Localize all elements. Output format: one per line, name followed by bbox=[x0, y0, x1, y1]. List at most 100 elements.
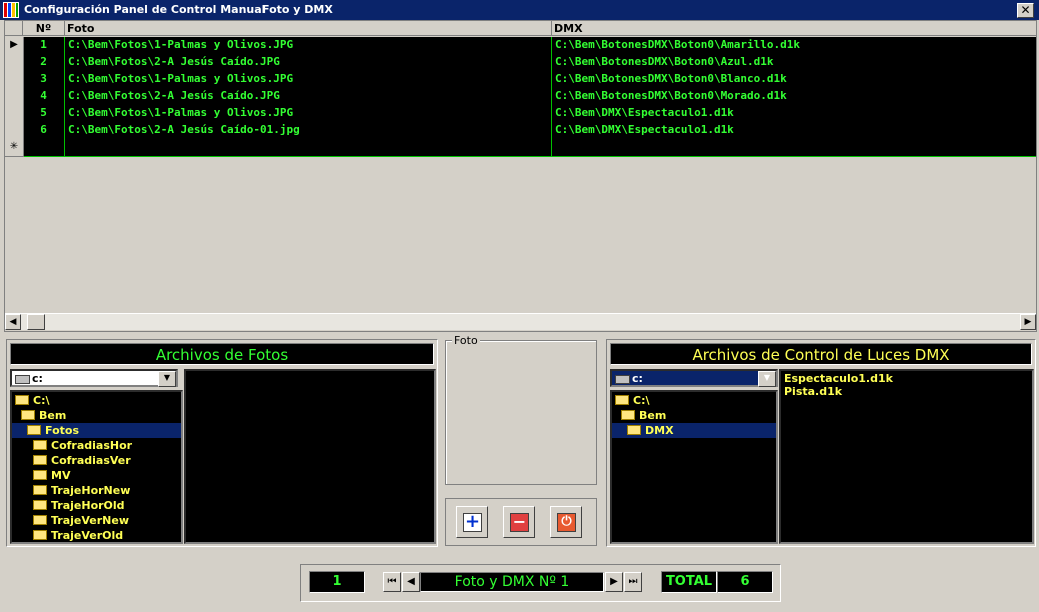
close-button[interactable]: ✕ bbox=[1017, 3, 1034, 18]
tree-item[interactable]: TrajeVerNew bbox=[33, 513, 129, 528]
new-record-row[interactable]: ✳ bbox=[5, 139, 1036, 157]
folder-open-icon bbox=[615, 395, 629, 405]
col-header-foto[interactable]: Foto bbox=[65, 21, 552, 36]
tree-item-selected[interactable]: DMX bbox=[612, 423, 776, 438]
chevron-down-icon[interactable]: ▼ bbox=[158, 371, 176, 387]
scrollbar-thumb[interactable] bbox=[27, 314, 45, 330]
table-row[interactable]: 4 C:\Bem\Fotos\2-A Jesús Caído.JPG C:\Be… bbox=[5, 88, 1036, 106]
table-row[interactable]: 6 C:\Bem\Fotos\2-A Jesús Caído-01.jpg C:… bbox=[5, 122, 1036, 140]
table-row[interactable]: 3 C:\Bem\Fotos\1-Palmas y Olivos.JPG C:\… bbox=[5, 71, 1036, 89]
row-selector[interactable] bbox=[5, 71, 24, 89]
cell-num[interactable]: 4 bbox=[23, 88, 65, 105]
cell-foto[interactable]: C:\Bem\Fotos\1-Palmas y Olivos.JPG bbox=[65, 71, 552, 88]
dmx-panel-title: Archivos de Control de Luces DMX bbox=[610, 343, 1032, 365]
cell-dmx[interactable]: C:\Bem\DMX\Espectaculo1.d1k bbox=[552, 122, 1036, 139]
folder-icon bbox=[33, 500, 47, 510]
cell-dmx[interactable]: C:\Bem\BotonesDMX\Boton0\Amarillo.d1k bbox=[552, 37, 1036, 54]
fotos-panel-title: Archivos de Fotos bbox=[10, 343, 434, 365]
record-number: 1 bbox=[309, 571, 365, 593]
cell-num[interactable]: 3 bbox=[23, 71, 65, 88]
tree-item[interactable]: Bem bbox=[21, 408, 66, 423]
exit-button[interactable]: ⏻ bbox=[550, 506, 582, 538]
cell-foto[interactable] bbox=[65, 139, 552, 156]
cell-dmx[interactable]: C:\Bem\BotonesDMX\Boton0\Blanco.d1k bbox=[552, 71, 1036, 88]
dmx-file-list[interactable]: Espectaculo1.d1k Pista.d1k bbox=[779, 369, 1034, 544]
cell-foto[interactable]: C:\Bem\Fotos\2-A Jesús Caído.JPG bbox=[65, 88, 552, 105]
first-record-icon[interactable]: ⏮ bbox=[383, 572, 401, 592]
table-row[interactable]: 2 C:\Bem\Fotos\2-A Jesús Caído.JPG C:\Be… bbox=[5, 54, 1036, 72]
foto-preview bbox=[445, 340, 597, 485]
tree-item[interactable]: Bem bbox=[621, 408, 666, 423]
dmx-drive-select[interactable]: c: ▼ bbox=[610, 369, 778, 387]
tree-item-selected[interactable]: Fotos bbox=[12, 423, 181, 438]
list-item[interactable]: Espectaculo1.d1k bbox=[784, 372, 893, 385]
dmx-folder-tree[interactable]: C:\ Bem DMX bbox=[610, 390, 778, 544]
remove-button[interactable]: − bbox=[503, 506, 535, 538]
scroll-right-icon[interactable]: ▶ bbox=[1020, 314, 1036, 330]
plus-icon: + bbox=[463, 511, 482, 532]
folder-open-icon bbox=[21, 410, 35, 420]
folder-icon bbox=[33, 485, 47, 495]
records-grid[interactable]: Nº Foto DMX ▶ 1 C:\Bem\Fotos\1-Palmas y … bbox=[4, 20, 1037, 332]
table-row[interactable]: 5 C:\Bem\Fotos\1-Palmas y Olivos.JPG C:\… bbox=[5, 105, 1036, 123]
list-item[interactable]: Pista.d1k bbox=[784, 385, 842, 398]
cell-dmx[interactable]: C:\Bem\DMX\Espectaculo1.d1k bbox=[552, 105, 1036, 122]
folder-open-icon bbox=[621, 410, 635, 420]
title-bar: Configuración Panel de Control Manual Fo… bbox=[0, 0, 1039, 20]
row-selector[interactable] bbox=[5, 122, 24, 140]
tree-item[interactable]: C:\ bbox=[615, 393, 650, 408]
fotos-drive-select[interactable]: c: ▼ bbox=[10, 369, 178, 387]
total-label: TOTAL bbox=[661, 571, 717, 593]
tree-item[interactable]: TrajeHorOld bbox=[33, 498, 125, 513]
foto-preview-label: Foto bbox=[452, 334, 480, 347]
tree-item[interactable]: TrajeVerOld bbox=[33, 528, 123, 542]
cell-foto[interactable]: C:\Bem\Fotos\2-A Jesús Caído-01.jpg bbox=[65, 122, 552, 139]
dmx-panel: Archivos de Control de Luces DMX c: ▼ C:… bbox=[606, 339, 1036, 547]
folder-icon bbox=[33, 530, 47, 540]
tree-item[interactable]: CofradiasHor bbox=[33, 438, 132, 453]
horizontal-scrollbar[interactable]: ◀ ▶ bbox=[5, 313, 1036, 330]
cell-num[interactable]: 6 bbox=[23, 122, 65, 139]
cell-dmx[interactable] bbox=[552, 139, 1036, 156]
row-selector[interactable] bbox=[5, 88, 24, 106]
add-button[interactable]: + bbox=[456, 506, 488, 538]
new-row-marker[interactable]: ✳ bbox=[5, 139, 24, 157]
tree-item[interactable]: CofradiasVer bbox=[33, 453, 131, 468]
cell-foto[interactable]: C:\Bem\Fotos\1-Palmas y Olivos.JPG bbox=[65, 105, 552, 122]
cell-dmx[interactable]: C:\Bem\BotonesDMX\Boton0\Morado.d1k bbox=[552, 88, 1036, 105]
folder-icon bbox=[33, 455, 47, 465]
cell-num[interactable]: 5 bbox=[23, 105, 65, 122]
drive-icon bbox=[15, 375, 30, 384]
cell-num[interactable] bbox=[23, 139, 65, 156]
record-caption: Foto y DMX Nº 1 bbox=[420, 572, 604, 592]
tree-item[interactable]: MV bbox=[33, 468, 70, 483]
cell-num[interactable]: 1 bbox=[23, 37, 65, 54]
folder-open-icon bbox=[27, 425, 41, 435]
row-selector-header bbox=[5, 21, 23, 36]
fotos-folder-tree[interactable]: C:\ Bem Fotos CofradiasHor CofradiasVer … bbox=[10, 390, 183, 544]
tree-item[interactable]: C:\ bbox=[15, 393, 50, 408]
folder-icon bbox=[33, 515, 47, 525]
drive-icon bbox=[615, 375, 630, 384]
table-row[interactable]: ▶ 1 C:\Bem\Fotos\1-Palmas y Olivos.JPG C… bbox=[5, 37, 1036, 55]
power-icon: ⏻ bbox=[557, 513, 576, 532]
cell-foto[interactable]: C:\Bem\Fotos\2-A Jesús Caído.JPG bbox=[65, 54, 552, 71]
grid-header: Nº Foto DMX bbox=[5, 21, 1036, 36]
row-selector[interactable] bbox=[5, 54, 24, 72]
folder-open-icon bbox=[627, 425, 641, 435]
chevron-down-icon[interactable]: ▼ bbox=[758, 371, 776, 387]
scroll-left-icon[interactable]: ◀ bbox=[5, 314, 21, 330]
next-record-icon[interactable]: ▶ bbox=[605, 572, 623, 592]
cell-num[interactable]: 2 bbox=[23, 54, 65, 71]
current-row-marker[interactable]: ▶ bbox=[5, 37, 24, 55]
cell-foto[interactable]: C:\Bem\Fotos\1-Palmas y Olivos.JPG bbox=[65, 37, 552, 54]
tree-item[interactable]: TrajeHorNew bbox=[33, 483, 130, 498]
last-record-icon[interactable]: ⏭ bbox=[624, 572, 642, 592]
fotos-file-list[interactable] bbox=[184, 369, 436, 544]
row-selector[interactable] bbox=[5, 105, 24, 123]
col-header-num[interactable]: Nº bbox=[23, 21, 65, 36]
window-title: Configuración Panel de Control Manual bbox=[24, 3, 266, 16]
cell-dmx[interactable]: C:\Bem\BotonesDMX\Boton0\Azul.d1k bbox=[552, 54, 1036, 71]
col-header-dmx[interactable]: DMX bbox=[552, 21, 1036, 36]
prev-record-icon[interactable]: ◀ bbox=[402, 572, 420, 592]
